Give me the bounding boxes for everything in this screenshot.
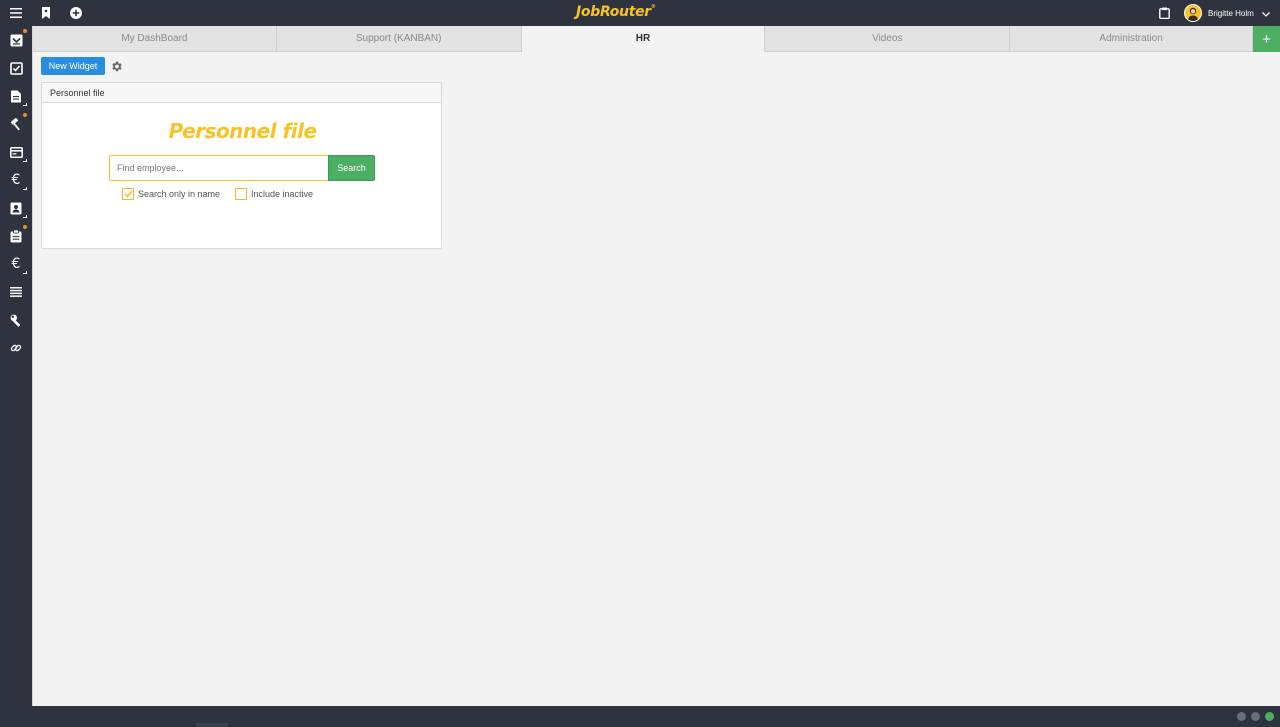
include-inactive-checkbox[interactable]: Include inactive	[235, 187, 313, 201]
card-icon	[9, 146, 23, 158]
sidebar-item-inbox[interactable]	[8, 29, 27, 48]
sidebar-item-configuration[interactable]	[8, 312, 24, 328]
clipboard-icon[interactable]	[1156, 5, 1172, 21]
inbox-icon	[10, 34, 22, 46]
document-icon	[11, 90, 21, 102]
sidebar: € €	[0, 26, 32, 706]
menu-icon[interactable]	[8, 5, 24, 21]
sidebar-item-completed-tasks[interactable]	[8, 60, 24, 76]
gear-icon[interactable]	[110, 60, 123, 73]
sidebar-item-finance[interactable]: €	[8, 172, 27, 190]
personnel-file-widget: Personnel file Personnel file Search Sea…	[41, 82, 442, 249]
tab-hr[interactable]: HR	[521, 26, 766, 52]
add-circle-icon[interactable]	[68, 5, 84, 21]
sidebar-item-list[interactable]	[8, 284, 24, 300]
tab-label: Support (KANBAN)	[355, 33, 442, 44]
new-widget-button[interactable]: New Widget	[41, 57, 105, 75]
tab-administration[interactable]: Administration	[1010, 26, 1253, 52]
tab-label: HR	[635, 33, 651, 44]
tab-label: Administration	[1099, 33, 1163, 44]
notification-dot	[23, 225, 27, 229]
user-menu[interactable]: Brigitte Holm	[1184, 3, 1270, 23]
widget-header-title: Personnel file	[50, 87, 105, 98]
status-dot	[1265, 712, 1274, 721]
chevron-down-icon	[1261, 6, 1270, 20]
link-icon	[10, 344, 22, 352]
tab-label: Videos	[872, 33, 903, 44]
contact-icon	[10, 202, 22, 214]
widget-header[interactable]: Personnel file	[42, 83, 441, 103]
sidebar-item-documents[interactable]	[8, 88, 27, 106]
notification-dot	[23, 113, 27, 117]
sidebar-item-contacts[interactable]	[8, 200, 27, 218]
status-bar	[0, 706, 1280, 727]
app-logo[interactable]: JobRouter®	[576, 4, 656, 20]
tab-videos[interactable]: Videos	[765, 26, 1011, 52]
wrench-icon	[10, 314, 20, 326]
widget-title: Personnel file	[168, 119, 317, 143]
tab-support-kanban[interactable]: Support (KANBAN)	[276, 26, 522, 52]
euro-icon: €	[11, 172, 21, 188]
add-tab-button[interactable]: +	[1253, 26, 1280, 52]
status-indicator	[196, 723, 228, 727]
employee-search-input[interactable]	[109, 155, 328, 181]
tab-my-dashboard[interactable]: My DashBoard	[33, 26, 277, 52]
avatar	[1184, 4, 1202, 22]
status-dot	[1237, 712, 1246, 721]
completed-tasks-icon	[9, 61, 23, 75]
tab-bar: My DashBoard Support (KANBAN) HR Videos …	[33, 26, 1280, 52]
checkbox-label: Search only in name	[138, 189, 221, 199]
check-icon	[124, 190, 133, 198]
list-icon	[10, 287, 22, 297]
search-only-in-name-checkbox[interactable]: Search only in name	[122, 187, 220, 201]
sidebar-item-cards[interactable]	[8, 144, 27, 162]
checkbox-unchecked[interactable]	[235, 188, 247, 200]
divider	[32, 26, 33, 706]
checkbox-label: Include inactive	[251, 189, 314, 199]
sidebar-item-clipboard[interactable]	[8, 225, 27, 244]
bookmark-icon[interactable]	[38, 5, 54, 21]
clipboard-list-icon	[10, 229, 22, 242]
top-bar: JobRouter® Brigitte Holm	[0, 0, 1280, 26]
search-button[interactable]: Search	[328, 155, 375, 181]
plus-icon: +	[1262, 30, 1271, 48]
hammer-icon	[10, 117, 20, 130]
sidebar-item-links[interactable]	[8, 340, 24, 356]
checkbox-checked[interactable]	[122, 188, 134, 200]
euro-icon: €	[11, 256, 21, 272]
status-dot	[1251, 712, 1260, 721]
notification-dot	[23, 29, 27, 33]
tab-label: My DashBoard	[121, 33, 188, 44]
user-name: Brigitte Holm	[1208, 8, 1254, 18]
sidebar-item-accounting[interactable]: €	[8, 256, 27, 274]
sidebar-item-tools[interactable]	[8, 113, 27, 132]
